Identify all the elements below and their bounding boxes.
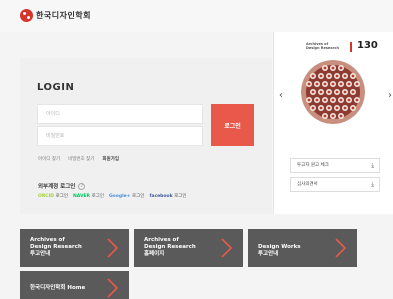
find-password-link[interactable]: 비밀번호 찾기 bbox=[68, 156, 94, 162]
id-input[interactable]: 아이디 bbox=[37, 104, 203, 124]
cover-title: Archives of Design Research bbox=[306, 42, 339, 50]
manuscript-check-link[interactable]: 투고자 원고 체크 ⤓ bbox=[290, 158, 380, 173]
password-input[interactable]: 비밀번호 bbox=[37, 126, 203, 146]
tile-archives-submission[interactable]: Archives of Design Research 투고안내 bbox=[20, 229, 129, 267]
chevron-right-icon bbox=[107, 278, 119, 298]
chevron-right-icon bbox=[107, 238, 119, 258]
journal-panel: Archives of Design Research 130 ‹ › 투고자 … bbox=[273, 32, 393, 214]
login-panel: LOGIN 아이디 비밀번호 로그인 아이디 찾기 비밀번호 찾기 회원가입 외… bbox=[20, 58, 272, 214]
logo[interactable]: 한국디자인학회 bbox=[20, 9, 91, 22]
review-form-link[interactable]: 심사의견서 ⤓ bbox=[290, 177, 380, 192]
journal-cover-image[interactable] bbox=[301, 60, 365, 124]
chevron-right-icon bbox=[335, 238, 347, 258]
tile-archives-homepage[interactable]: Archives of Design Research 홈페이지 bbox=[134, 229, 243, 267]
download-icon: ⤓ bbox=[371, 181, 374, 188]
issue-number: 130 bbox=[357, 40, 378, 51]
social-login-title: 외부계정 로그인 ? bbox=[38, 182, 86, 190]
tile-design-works[interactable]: Design Works 투고안내 bbox=[248, 229, 357, 267]
logo-text: 한국디자인학회 bbox=[36, 10, 92, 20]
page: 한국디자인학회 LOGIN 아이디 비밀번호 로그인 아이디 찾기 비밀번호 찾… bbox=[0, 0, 393, 299]
social-login-label: 외부계정 로그인 bbox=[38, 184, 76, 190]
facebook-login[interactable]: facebook 로그인 bbox=[149, 193, 186, 199]
info-icon[interactable]: ? bbox=[78, 182, 86, 190]
naver-login[interactable]: NAVER 로그인 bbox=[73, 193, 104, 199]
social-login-list: ORCID 로그인 NAVER 로그인 Google+ 로그인 facebook… bbox=[38, 193, 187, 199]
find-id-link[interactable]: 아이디 찾기 bbox=[38, 156, 60, 162]
next-arrow-icon[interactable]: › bbox=[388, 90, 392, 101]
chevron-right-icon bbox=[221, 238, 233, 258]
login-title: LOGIN bbox=[37, 82, 75, 93]
google-login[interactable]: Google+ 로그인 bbox=[109, 193, 144, 199]
download-icon: ⤓ bbox=[371, 162, 374, 169]
logo-icon bbox=[20, 9, 33, 22]
account-links: 아이디 찾기 비밀번호 찾기 회원가입 bbox=[38, 156, 119, 162]
tile-society-home[interactable]: 한국디자인학회 Home bbox=[20, 271, 129, 299]
signup-link[interactable]: 회원가입 bbox=[102, 156, 119, 162]
header: 한국디자인학회 bbox=[0, 0, 393, 32]
login-button[interactable]: 로그인 bbox=[211, 104, 254, 146]
cover-accent-bar bbox=[350, 42, 352, 52]
prev-arrow-icon[interactable]: ‹ bbox=[279, 90, 283, 101]
orcid-login[interactable]: ORCID 로그인 bbox=[38, 193, 68, 199]
